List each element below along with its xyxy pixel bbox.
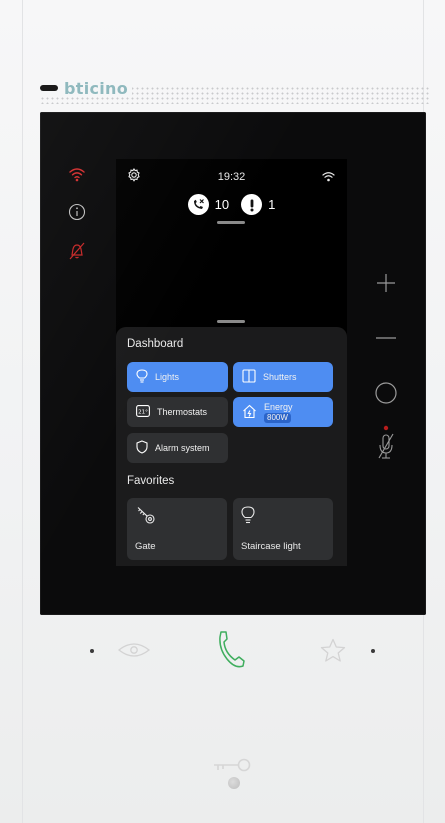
status-bar: 19:32 [116, 159, 347, 189]
favorite-gate[interactable]: Gate [127, 498, 227, 560]
tile-energy[interactable]: Energy 800W [233, 397, 333, 427]
tile-label: Lights [155, 372, 180, 382]
volume-up-button[interactable] [374, 271, 398, 295]
brand-name: bticino [64, 78, 129, 98]
brand-logo: bticino [40, 78, 133, 98]
thermostat-icon: 21° [136, 405, 150, 419]
answer-call-button[interactable] [212, 628, 248, 670]
indicator-dot-left [90, 649, 94, 653]
svg-text:21°: 21° [138, 409, 148, 415]
favorite-staircase-light[interactable]: Staircase light [233, 498, 333, 560]
clock-time: 19:32 [217, 171, 246, 183]
door-key-button[interactable] [210, 756, 254, 776]
light-sensor [228, 777, 240, 789]
tile-label: Shutters [263, 372, 297, 382]
intercom-device: bticino 19:32 10 1 Dashboard Lights Shut… [0, 0, 445, 823]
eye-button[interactable] [116, 638, 152, 662]
bell-mute-icon [66, 240, 88, 262]
key-icon [135, 506, 157, 529]
alerts-count: 1 [268, 197, 276, 212]
favorite-label: Staircase light [241, 541, 301, 552]
drag-handle-sheet[interactable] [217, 320, 245, 323]
touch-screen: 19:32 10 1 Dashboard Lights Shutters 21°… [116, 159, 347, 566]
wifi-icon [322, 169, 335, 187]
energy-text: Energy 800W [264, 402, 293, 423]
house-energy-icon [242, 404, 257, 421]
tile-label: Alarm system [155, 443, 210, 453]
tile-thermostats[interactable]: 21° Thermostats [127, 397, 228, 427]
tile-label: Energy [264, 401, 293, 412]
shutter-icon [242, 369, 256, 385]
missed-call-icon [187, 194, 209, 215]
tile-alarm-system[interactable]: Alarm system [127, 433, 228, 463]
energy-value: 800W [264, 412, 291, 423]
tile-lights[interactable]: Lights [127, 362, 228, 392]
mic-mute-button[interactable] [374, 425, 398, 465]
bulb-icon [136, 369, 148, 385]
missed-calls-badge[interactable]: 10 [187, 194, 230, 215]
alert-icon [241, 194, 263, 215]
led-slot [40, 85, 58, 91]
info-icon [66, 201, 88, 223]
circle-button[interactable] [374, 381, 398, 405]
star-button[interactable] [318, 636, 348, 664]
favorite-label: Gate [135, 541, 156, 552]
notification-badges: 10 1 [116, 194, 347, 215]
bulb-icon [241, 506, 255, 527]
favorites-title: Favorites [127, 475, 175, 487]
alerts-badge[interactable]: 1 [241, 194, 275, 215]
volume-down-button[interactable] [374, 326, 398, 350]
wifi-status-icon [66, 163, 88, 185]
dashboard-title: Dashboard [127, 338, 184, 350]
tile-label: Thermostats [157, 407, 208, 417]
missed-calls-count: 10 [214, 197, 230, 212]
tile-shutters[interactable]: Shutters [233, 362, 333, 392]
indicator-dot-right [371, 649, 375, 653]
drag-handle-top[interactable] [217, 221, 245, 224]
shield-icon [136, 440, 148, 456]
